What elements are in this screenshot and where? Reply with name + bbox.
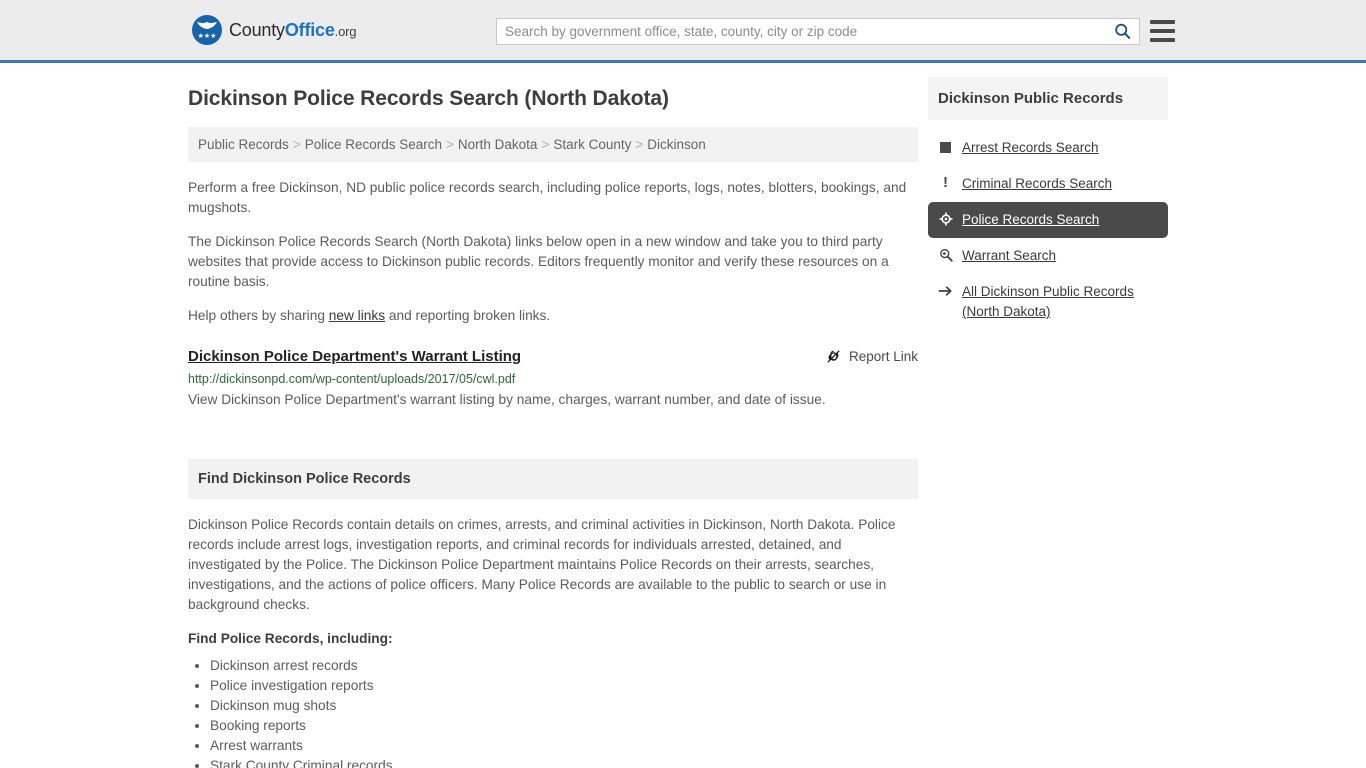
sidebar-heading: Dickinson Public Records	[928, 77, 1168, 120]
eagle-seal-icon: ★★★	[192, 15, 222, 45]
sidebar-item-police-records-search[interactable]: Police Records Search	[928, 202, 1168, 238]
search-icon	[1114, 23, 1130, 39]
hamburger-bar	[1150, 38, 1175, 42]
site-logo-text: CountyOffice.org	[229, 20, 356, 41]
eagle-wing-shape	[197, 22, 217, 29]
list-item: Arrest warrants	[210, 736, 918, 756]
section-body: Dickinson Police Records contain details…	[188, 499, 918, 768]
section-paragraph: Dickinson Police Records contain details…	[188, 517, 896, 612]
logo-stars: ★★★	[197, 33, 217, 40]
hamburger-bar	[1150, 20, 1175, 24]
sidebar-item-label: Warrant Search	[962, 248, 1057, 263]
logo-text-county: County	[229, 19, 285, 40]
arrow-right-icon	[938, 283, 953, 299]
record-types-list: Dickinson arrest records Police investig…	[188, 656, 918, 768]
list-item: Booking reports	[210, 716, 918, 736]
breadcrumb-item-police-records-search[interactable]: Police Records Search	[305, 137, 442, 152]
breadcrumb-item-north-dakota[interactable]: North Dakota	[458, 137, 538, 152]
breadcrumb-separator: >	[635, 137, 644, 152]
list-item: Dickinson arrest records	[210, 656, 918, 676]
intro-paragraph-1: Perform a free Dickinson, ND public poli…	[188, 180, 907, 215]
sidebar-item-label: All Dickinson Public Records (North Dako…	[962, 284, 1134, 319]
section-heading: Find Dickinson Police Records	[188, 459, 918, 499]
sidebar-item-warrant-search[interactable]: Warrant Search	[928, 238, 1168, 274]
result-header-row: Dickinson Police Department's Warrant Li…	[188, 348, 918, 365]
main-column: Dickinson Police Records Search (North D…	[188, 63, 918, 768]
sidebar-item-label: Arrest Records Search	[962, 140, 1099, 155]
sidebar-item-arrest-records-search[interactable]: Arrest Records Search	[928, 130, 1168, 166]
intro-paragraph-3: Help others by sharing new links and rep…	[188, 306, 918, 326]
sidebar-item-label: Criminal Records Search	[962, 176, 1113, 191]
search-button[interactable]	[1105, 19, 1139, 44]
square-icon	[938, 139, 953, 155]
page-body: Dickinson Police Records Search (North D…	[0, 63, 1366, 768]
sidebar-item-all-public-records[interactable]: All Dickinson Public Records (North Dako…	[928, 274, 1168, 330]
list-item: Stark County Criminal records	[210, 756, 918, 768]
exclamation-icon: !	[943, 174, 948, 191]
content-container: Dickinson Police Records Search (North D…	[188, 63, 1178, 768]
find-records-section: Find Dickinson Police Records Dickinson …	[188, 459, 918, 768]
magnifier-plus-icon	[938, 247, 953, 263]
breadcrumb-item-dickinson[interactable]: Dickinson	[647, 137, 706, 152]
logo-text-org: .org	[334, 23, 357, 39]
new-links-link[interactable]: new links	[329, 308, 385, 323]
sidebar: Dickinson Public Records Arrest Records …	[918, 63, 1168, 768]
breadcrumb-separator: >	[446, 137, 454, 152]
logo-text-office: Office	[284, 19, 335, 40]
police-badge-icon	[938, 211, 953, 227]
site-header: ★★★ CountyOffice.org	[0, 0, 1366, 63]
hamburger-bar	[1150, 29, 1175, 33]
page-title: Dickinson Police Records Search (North D…	[188, 87, 669, 110]
share-text-after: and reporting broken links.	[385, 308, 551, 323]
search-input[interactable]	[497, 19, 1105, 44]
result-item: Dickinson Police Department's Warrant Li…	[188, 348, 918, 411]
breadcrumb: Public Records > Police Records Search > Nor…	[188, 127, 918, 162]
result-description: View Dickinson Police Department's warra…	[188, 392, 826, 407]
share-text-before: Help others by sharing	[188, 308, 329, 323]
result-title-link[interactable]: Dickinson Police Department's Warrant Li…	[188, 348, 521, 365]
section-sub-heading: Find Police Records, including:	[188, 631, 393, 646]
breadcrumb-item-public-records[interactable]: Public Records	[198, 137, 289, 152]
report-link-button[interactable]: Report Link	[826, 348, 918, 364]
list-item: Police investigation reports	[210, 676, 918, 696]
breadcrumb-separator: >	[292, 137, 301, 152]
search-bar[interactable]	[496, 18, 1140, 45]
sidebar-item-criminal-records-search[interactable]: ! Criminal Records Search	[928, 166, 1168, 202]
list-item: Dickinson mug shots	[210, 696, 918, 716]
broken-link-icon	[827, 350, 840, 363]
sidebar-item-label: Police Records Search	[962, 212, 1100, 227]
site-logo[interactable]: ★★★ CountyOffice.org	[192, 15, 356, 45]
result-url[interactable]: http://dickinsonpd.com/wp-content/upload…	[188, 372, 918, 386]
breadcrumb-item-stark-county[interactable]: Stark County	[553, 137, 631, 152]
breadcrumb-separator: >	[541, 137, 550, 152]
hamburger-menu-icon[interactable]	[1150, 20, 1175, 42]
intro-paragraph-2: The Dickinson Police Records Search (Nor…	[188, 234, 889, 289]
report-link-label: Report Link	[848, 349, 918, 364]
